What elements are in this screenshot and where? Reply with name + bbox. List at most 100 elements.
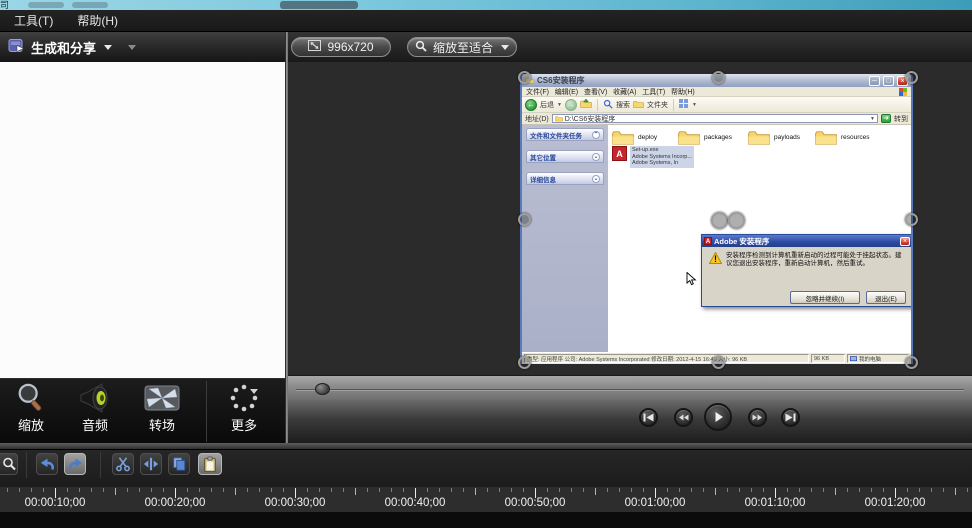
cut-button[interactable] <box>112 453 134 475</box>
dialog-message: 安装程序检测到计算机重新启动的过程可能处于挂起状态。建议您退出安装程序，重新启动… <box>726 252 906 268</box>
status-location: 我的电脑 <box>847 354 909 363</box>
file-company: Adobe Systems, In <box>632 160 678 166</box>
tool-more-button[interactable]: 更多 <box>213 381 275 441</box>
tool-audio-button[interactable]: 音频 <box>64 381 126 441</box>
xp-menubar: 文件(F) 编辑(E) 查看(V) 收藏(A) 工具(T) 帮助(H) <box>522 87 911 97</box>
background-tab <box>28 2 64 8</box>
ruler-tick <box>391 488 392 492</box>
selection-resize-handle[interactable] <box>905 71 918 84</box>
audio-tool-icon <box>78 381 112 415</box>
preview-stage[interactable]: CS6安装程序 － □ × 文件(F) 编辑(E) 查看(V) 收藏(A) 工具… <box>288 62 972 375</box>
ruler-timestamp: 00:01:20;00 <box>865 497 926 509</box>
produce-share-button[interactable]: 生成和分享 <box>8 38 136 57</box>
ruler-tick <box>583 488 584 492</box>
panel-chevron-icon: ⌃ <box>592 131 600 139</box>
produce-share-icon <box>8 38 25 56</box>
background-control <box>280 1 358 9</box>
ruler-tick <box>775 488 776 498</box>
ruler-tick <box>475 488 476 495</box>
warning-icon: ! <box>709 251 722 269</box>
ruler-tick <box>559 488 560 492</box>
ruler-tick <box>307 488 308 492</box>
selection-resize-handle[interactable] <box>518 71 531 84</box>
selection-resize-handle[interactable] <box>905 356 918 369</box>
timeline-toolbar <box>0 450 972 487</box>
folder-icon <box>677 129 701 146</box>
status-size: 96 KB <box>811 354 845 363</box>
copy-button[interactable] <box>168 453 190 475</box>
ruler-tick <box>55 488 56 498</box>
ruler-tick <box>127 488 128 492</box>
ruler-tick <box>139 488 140 492</box>
ruler-tick <box>571 488 572 492</box>
tool-zoom-button[interactable]: 缩放 <box>0 381 62 441</box>
seek-track[interactable] <box>296 389 964 391</box>
xp-folder-item: deploy <box>611 129 657 146</box>
ruler-tick <box>607 488 608 492</box>
zoom-fit-button[interactable]: 缩放至适合 <box>407 37 517 57</box>
selection-resize-handle[interactable] <box>712 71 725 84</box>
ruler-tick <box>187 488 188 492</box>
undo-icon <box>39 457 56 472</box>
background-tab <box>72 2 108 8</box>
selection-rotate-handle[interactable] <box>728 212 745 229</box>
xp-address-label: 地址(D) <box>525 114 549 124</box>
folder-icon <box>611 129 635 146</box>
ruler-tick <box>415 488 416 498</box>
selection-resize-handle[interactable] <box>712 356 725 369</box>
xp-up-icon <box>580 98 592 111</box>
ruler-timestamp: 00:01:10;00 <box>745 497 806 509</box>
ruler-tick <box>751 488 752 492</box>
rewind-button[interactable] <box>674 408 693 427</box>
produce-dropdown-caret-icon[interactable] <box>104 45 112 50</box>
timeline-ruler[interactable]: 00:00:10;0000:00:20;0000:00:30;0000:00:4… <box>0 487 972 512</box>
ruler-tick <box>271 488 272 492</box>
play-button[interactable] <box>704 403 732 431</box>
split-button[interactable] <box>140 453 162 475</box>
undo-button[interactable] <box>36 453 58 475</box>
more-tool-icon <box>229 381 259 415</box>
collapse-chevron-icon[interactable] <box>128 45 136 50</box>
dialog-ignore-button: 忽略并继续(I) <box>790 291 860 304</box>
tool-transitions-button[interactable]: 转场 <box>131 381 193 441</box>
ruler-tick <box>595 488 596 495</box>
resize-icon <box>308 40 321 54</box>
canvas-size-button[interactable]: 996x720 <box>291 37 391 57</box>
task-panel-empty <box>0 62 285 378</box>
ruler-tick <box>667 488 668 492</box>
svg-text:!: ! <box>714 254 717 264</box>
folder-icon <box>747 129 771 146</box>
xp-folders-icon <box>633 99 644 111</box>
ruler-timestamp: 00:01:00;00 <box>625 497 686 509</box>
selection-resize-handle[interactable] <box>518 213 531 226</box>
ruler-tick <box>295 488 296 498</box>
selection-center-handle[interactable] <box>711 212 728 229</box>
ruler-tick <box>235 488 236 495</box>
selection-resize-handle[interactable] <box>905 213 918 226</box>
redo-icon <box>67 457 84 472</box>
ruler-tick <box>103 488 104 492</box>
ruler-tick <box>643 488 644 492</box>
ruler-tick <box>43 488 44 492</box>
copy-icon <box>171 456 187 472</box>
menu-help[interactable]: 帮助(H) <box>67 10 128 32</box>
magnifier-icon <box>415 40 427 55</box>
redo-button[interactable] <box>64 453 86 475</box>
fast-forward-button[interactable] <box>748 408 767 427</box>
ruler-tick <box>355 488 356 495</box>
ruler-tick <box>283 488 284 492</box>
ruler-tick <box>787 488 788 492</box>
seek-thumb[interactable] <box>315 383 330 395</box>
ruler-tick <box>259 488 260 492</box>
xp-folder-item: resources <box>814 129 870 146</box>
ruler-tick <box>883 488 884 492</box>
skip-end-button[interactable] <box>781 408 800 427</box>
timeline-zoom-button[interactable] <box>0 453 18 475</box>
xp-views-icon <box>679 99 689 110</box>
selection-resize-handle[interactable] <box>518 356 531 369</box>
paste-button[interactable] <box>198 453 222 475</box>
seek-bar[interactable] <box>288 375 972 400</box>
menu-tools[interactable]: 工具(T) <box>4 10 63 32</box>
xp-go-icon: ➜ <box>881 114 891 123</box>
skip-start-button[interactable] <box>639 408 658 427</box>
